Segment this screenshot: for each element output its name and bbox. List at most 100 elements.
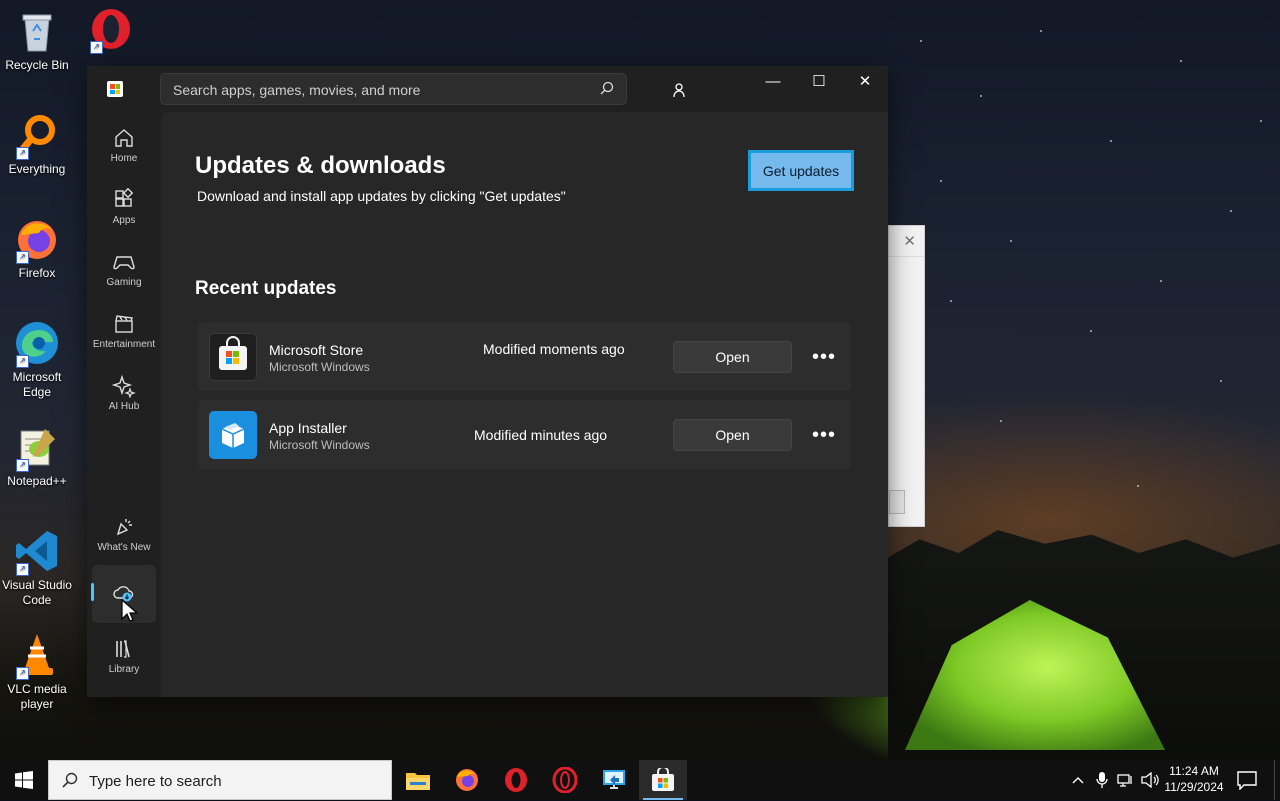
nav-item-label: Entertainment (92, 339, 156, 350)
taskbar-firefox[interactable] (443, 760, 491, 800)
microsoft-store-icon (652, 768, 674, 791)
nav-item-label: Library (108, 664, 140, 675)
updates-page: Updates & downloads Download and install… (161, 112, 888, 697)
page-subtitle: Download and install app updates by clic… (197, 188, 566, 204)
nav-item-ai-hub[interactable]: AI Hub (92, 366, 156, 422)
store-titlebar: — ☐ ✕ (87, 66, 888, 112)
apps-icon (115, 188, 134, 207)
firefox-icon (456, 769, 478, 791)
nav-item-label: Gaming (106, 277, 142, 288)
taskbar-opera[interactable] (492, 760, 540, 800)
more-options-icon[interactable]: ••• (810, 422, 838, 448)
store-search-box[interactable] (160, 73, 627, 106)
background-dialog-close-icon[interactable]: ✕ (903, 232, 916, 250)
nav-item-entertainment[interactable]: Entertainment (92, 304, 156, 360)
start-button[interactable] (0, 760, 48, 800)
desktop-icon-everything[interactable]: ↗ Everything (0, 112, 74, 177)
open-button[interactable]: Open (673, 419, 792, 451)
taskbar-search-box[interactable] (48, 760, 392, 801)
nav-item-label: What's New (97, 542, 151, 553)
update-row-app-installer[interactable]: App Installer Microsoft Windows Modified… (198, 400, 851, 469)
network-icon[interactable] (1116, 770, 1136, 790)
desktop-icon-vscode[interactable]: ↗ Visual Studio Code (0, 528, 74, 608)
desktop-icon-notepadpp[interactable]: ↗ Notepad++ (0, 424, 74, 489)
app-modified-status: Modified moments ago (483, 341, 625, 357)
file-explorer-icon (406, 773, 430, 790)
desktop-icon-vlc[interactable]: ↗ VLC media player (0, 632, 74, 712)
maximize-button[interactable]: ☐ (796, 66, 842, 96)
app-installer-app-icon (209, 411, 257, 459)
account-icon (673, 83, 685, 98)
taskbar-opera-gx[interactable] (541, 760, 589, 800)
opera-icon (505, 768, 527, 792)
nav-item-home[interactable]: Home (92, 118, 156, 174)
gamepad-icon (113, 256, 135, 270)
close-icon: ✕ (858, 73, 872, 90)
get-updates-button[interactable]: Get updates (748, 150, 854, 191)
nav-item-label: AI Hub (108, 401, 140, 412)
desktop-icon-label: Firefox (18, 266, 56, 280)
search-icon[interactable] (600, 81, 614, 95)
app-name: App Installer (269, 420, 347, 436)
recent-updates-heading: Recent updates (195, 278, 337, 299)
update-row-microsoft-store[interactable]: Microsoft Store Microsoft Windows Modifi… (198, 322, 851, 391)
search-icon (62, 772, 78, 788)
maximize-icon: ☐ (812, 73, 826, 90)
volume-icon[interactable] (1140, 770, 1160, 790)
nav-item-library[interactable]: Library (92, 629, 156, 685)
open-button[interactable]: Open (673, 341, 792, 373)
whats-new-icon (116, 519, 132, 536)
clock-time: 11:24 AM (1169, 764, 1219, 778)
vscode-icon: ↗ (14, 528, 60, 576)
taskbar-microsoft-store[interactable] (639, 760, 687, 800)
taskbar-file-explorer[interactable] (394, 760, 442, 800)
library-icon (116, 640, 130, 658)
taskbar-remote-desktop[interactable] (590, 760, 638, 800)
taskbar-search-input[interactable] (87, 761, 381, 801)
edge-icon: ↗ (14, 320, 60, 368)
close-button[interactable]: ✕ (842, 66, 888, 96)
nav-item-gaming[interactable]: Gaming (92, 242, 156, 298)
vlc-icon: ↗ (14, 632, 60, 680)
notepadpp-icon: ↗ (14, 424, 60, 472)
taskbar: 11:24 AM 11/29/2024 (0, 760, 1280, 801)
desktop-icon-label: VLC media player (7, 682, 67, 711)
opera-gx-icon (552, 767, 578, 793)
show-hidden-icons-chevron-up-icon[interactable] (1068, 770, 1088, 790)
nav-item-whats-new[interactable]: What's New (92, 507, 156, 563)
store-search-input[interactable] (171, 74, 595, 106)
app-publisher: Microsoft Windows (269, 438, 370, 452)
desktop-icon-opera[interactable]: ↗ (76, 6, 146, 56)
sparkle-icon (112, 374, 136, 398)
background-dialog-button[interactable] (889, 490, 905, 514)
nav-item-apps[interactable]: Apps (92, 180, 156, 236)
minimize-button[interactable]: — (750, 66, 796, 96)
desktop-icon-label: Recycle Bin (5, 58, 69, 72)
microsoft-store-window: — ☐ ✕ Home Apps Gaming Entertainment AI … (87, 66, 888, 697)
desktop-icon-label: Everything (8, 162, 66, 176)
more-options-icon[interactable]: ••• (810, 344, 838, 370)
nav-item-label: Home (110, 153, 138, 164)
minimize-icon: — (765, 72, 781, 90)
home-icon (115, 129, 133, 147)
opera-icon: ↗ (88, 6, 134, 54)
page-title: Updates & downloads (195, 152, 446, 179)
show-desktop-button[interactable] (1274, 760, 1280, 800)
everything-search-icon: ↗ (14, 112, 60, 160)
recycle-bin-icon (14, 8, 60, 54)
desktop-icon-edge[interactable]: ↗ Microsoft Edge (0, 320, 74, 400)
microsoft-store-app-icon (209, 333, 257, 381)
microphone-icon[interactable] (1092, 770, 1112, 790)
taskbar-clock[interactable]: 11:24 AM 11/29/2024 (1158, 763, 1230, 795)
firefox-icon: ↗ (14, 216, 60, 264)
account-button[interactable] (667, 78, 691, 102)
notification-center-icon[interactable] (1236, 770, 1258, 790)
desktop-icon-firefox[interactable]: ↗ Firefox (0, 216, 74, 281)
windows-logo-icon (15, 771, 33, 789)
app-modified-status: Modified minutes ago (474, 427, 608, 443)
desktop-icon-label: Microsoft Edge (12, 370, 62, 399)
background-dialog[interactable]: ✕ (888, 225, 925, 527)
clapperboard-icon (115, 315, 133, 333)
desktop-icon-recycle-bin[interactable]: Recycle Bin (0, 8, 74, 73)
remote-desktop-icon (603, 770, 625, 789)
